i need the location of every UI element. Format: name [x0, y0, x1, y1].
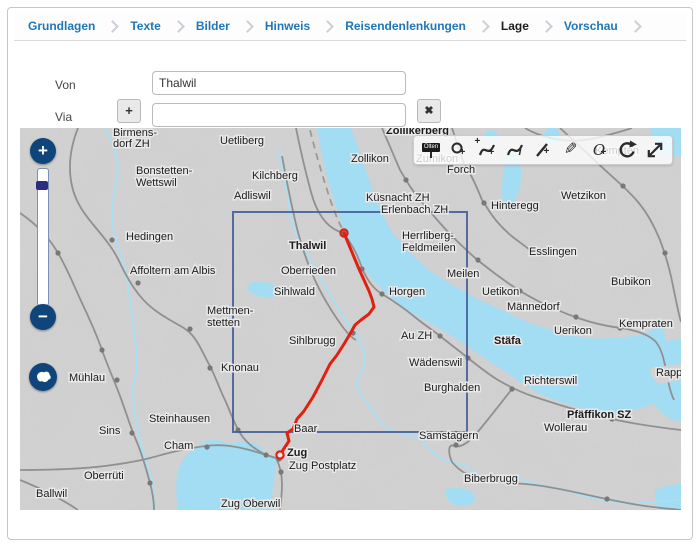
- map-label: Sihlbrugg: [289, 335, 335, 347]
- add-segment-icon[interactable]: +: [531, 138, 556, 162]
- via-label: Via: [55, 110, 72, 124]
- map-label: Zollikon: [351, 153, 389, 165]
- map-label: Samstagern: [419, 430, 478, 442]
- map-label: Oberrüti: [84, 470, 124, 482]
- chevron-separator-icon: [241, 20, 254, 33]
- map-label: Richterswil: [524, 375, 577, 387]
- map-label: Wädenswil: [409, 357, 462, 369]
- map-label: Küsnacht ZH: [366, 192, 430, 204]
- map-label: Männedorf: [507, 301, 561, 313]
- map-label: Knonau: [221, 362, 259, 374]
- map-label: Mühlau: [69, 372, 105, 384]
- chevron-separator-icon: [321, 20, 334, 33]
- map-label: Pfäffikon SZ: [567, 409, 631, 421]
- chevron-separator-icon: [477, 20, 490, 33]
- map-label: Bubikon: [611, 276, 651, 288]
- map-label: Adliswil: [234, 190, 271, 202]
- map-label: Bonstetten-: [136, 165, 193, 177]
- map-label: Uerikon: [554, 325, 592, 337]
- map-label: Erlenbach ZH: [381, 204, 448, 216]
- breadcrumb: Grundlagen Texte Bilder Hinweis Reisendenlen…: [14, 13, 686, 41]
- remove-via-button[interactable]: ✖: [417, 99, 441, 123]
- draw-icon[interactable]: ✎: [559, 138, 584, 162]
- map-toolbar: Olten+++i+✎O+: [413, 135, 673, 165]
- map-label: Hinteregg: [491, 200, 539, 212]
- map-label: Esslingen: [529, 246, 577, 258]
- map-label: Meilen: [447, 268, 479, 280]
- map-label: Stäfa: [494, 335, 522, 347]
- map-canvas[interactable]: Birmens-dorf ZHUetlibergZollikerbergBons…: [20, 128, 681, 510]
- map-label: Biberbrugg: [464, 473, 518, 485]
- chevron-separator-icon: [172, 20, 185, 33]
- add-via-button[interactable]: +: [117, 99, 141, 123]
- map-label: Zug Oberwil: [221, 498, 280, 510]
- map-label: Steinhausen: [149, 413, 210, 425]
- map-label: stetten: [207, 317, 240, 329]
- tab-lage[interactable]: Lage: [501, 19, 529, 33]
- map-view[interactable]: Birmens-dorf ZHUetlibergZollikerbergBons…: [20, 128, 681, 510]
- map-label: Rapperswil: [656, 367, 681, 379]
- map-label: Wettswil: [136, 177, 177, 189]
- zoom-slider[interactable]: [37, 168, 49, 306]
- chevron-separator-icon: [540, 20, 553, 33]
- map-label: Zug: [287, 447, 307, 459]
- map-label: Thalwil: [289, 240, 326, 252]
- add-route-icon[interactable]: ++: [475, 138, 500, 162]
- wizard-panel: Grundlagen Texte Bilder Hinweis Reisendenlen…: [7, 7, 693, 540]
- map-label: Oberrieden: [281, 265, 336, 277]
- tab-reisendenlenkungen[interactable]: Reisendenlenkungen: [345, 19, 466, 33]
- map-label: Sins: [99, 425, 121, 437]
- tab-grundlagen[interactable]: Grundlagen: [28, 19, 95, 33]
- map-label: Affoltern am Albis: [130, 265, 216, 277]
- map-label: Zug Postplatz: [289, 460, 356, 472]
- zoom-out-button[interactable]: −: [30, 304, 56, 330]
- chevron-separator-icon: [106, 20, 119, 33]
- chevron-separator-icon: [629, 20, 642, 33]
- map-label: Uetliberg: [220, 135, 264, 147]
- map-label: Herrliberg-: [402, 230, 454, 242]
- von-input[interactable]: [152, 71, 406, 95]
- map-label: Cham: [164, 440, 193, 452]
- map-label: Kempraten: [619, 318, 673, 330]
- route-info-icon[interactable]: i: [503, 138, 528, 162]
- map-label: Forch: [447, 164, 475, 176]
- refresh-icon[interactable]: [615, 138, 640, 162]
- tab-bilder[interactable]: Bilder: [196, 19, 230, 33]
- map-label: Wetzikon: [561, 190, 606, 202]
- zoom-in-button[interactable]: +: [30, 138, 56, 164]
- tab-hinweis[interactable]: Hinweis: [265, 19, 310, 33]
- add-point-icon[interactable]: +: [447, 138, 472, 162]
- map-label: Feldmeilen: [402, 242, 456, 254]
- map-label: Kilchberg: [252, 170, 298, 182]
- tab-texte[interactable]: Texte: [130, 19, 160, 33]
- modify-geometry-icon[interactable]: O+: [587, 138, 612, 162]
- map-label: Mettmen-: [207, 305, 254, 317]
- swiss-extent-button[interactable]: [29, 363, 57, 391]
- route-end-marker[interactable]: [276, 451, 283, 458]
- tab-vorschau[interactable]: Vorschau: [564, 19, 618, 33]
- zoom-slider-handle[interactable]: [36, 181, 48, 190]
- fullscreen-icon[interactable]: [643, 138, 668, 162]
- map-label: Ballwil: [36, 488, 67, 500]
- add-label-icon[interactable]: Olten: [419, 138, 444, 162]
- map-label: Horgen: [389, 286, 425, 298]
- map-label: Au ZH: [401, 330, 432, 342]
- map-label: Hedingen: [126, 231, 173, 243]
- map-label: Burghalden: [424, 382, 480, 394]
- map-label: dorf ZH: [113, 138, 150, 150]
- map-label: Wollerau: [544, 422, 587, 434]
- map-label: Baar: [294, 423, 318, 435]
- switzerland-icon: [29, 363, 57, 391]
- map-label: Uetikon: [482, 286, 519, 298]
- via-input[interactable]: [152, 103, 406, 127]
- von-label: Von: [55, 78, 76, 92]
- map-label: Sihlwald: [274, 286, 315, 298]
